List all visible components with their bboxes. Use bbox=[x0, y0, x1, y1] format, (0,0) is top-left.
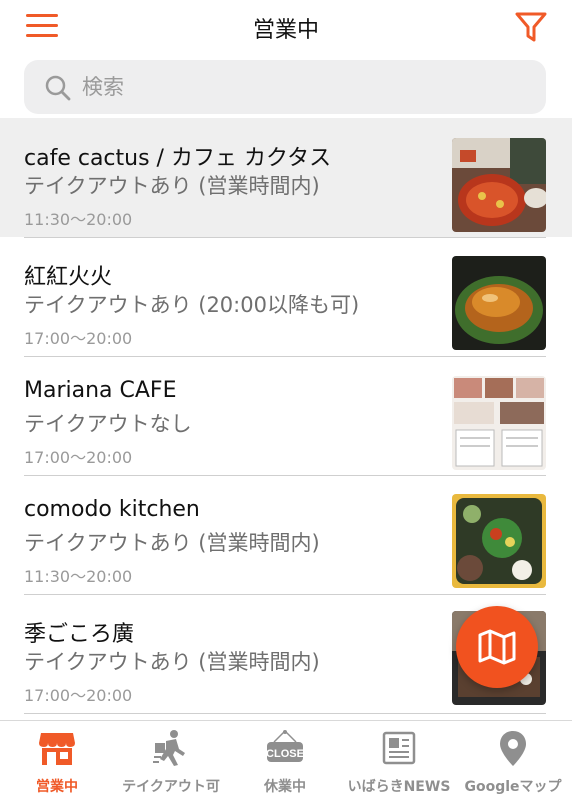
takeout-status: テイクアウトあり (営業時間内) bbox=[24, 531, 320, 555]
newspaper-icon bbox=[382, 731, 416, 765]
tab-label: 休業中 bbox=[264, 779, 306, 795]
shop-thumbnail bbox=[452, 256, 546, 350]
storefront-icon bbox=[39, 733, 75, 765]
bottom-tab-bar: 営業中 テイクアウト可 CLOSE 休業中 いばらきNEWS Googleマップ bbox=[0, 720, 572, 800]
folded-map-icon bbox=[478, 629, 516, 665]
row-divider bbox=[24, 356, 546, 357]
business-hours: 17:00〜20:00 bbox=[24, 448, 133, 467]
tab-takeout[interactable]: テイクアウト可 bbox=[114, 721, 228, 800]
tab-label: テイクアウト可 bbox=[122, 779, 220, 795]
tab-ibaraki-news[interactable]: いばらきNEWS bbox=[342, 721, 456, 800]
search-icon bbox=[45, 75, 71, 101]
search-bar[interactable] bbox=[24, 60, 546, 114]
takeout-runner-icon bbox=[153, 730, 185, 766]
business-hours: 11:30〜20:00 bbox=[24, 210, 133, 229]
shop-row-hong-hong-huo-huo[interactable]: 紅紅火火 テイクアウトあり (20:00以降も可) 17:00〜20:00 bbox=[0, 237, 572, 356]
shop-thumbnail bbox=[452, 376, 546, 470]
search-input[interactable] bbox=[82, 68, 522, 106]
tab-open-now[interactable]: 営業中 bbox=[0, 721, 114, 800]
shop-row-cafe-cactus[interactable]: cafe cactus / カフェ カクタス テイクアウトあり (営業時間内) … bbox=[0, 118, 572, 237]
row-divider bbox=[24, 475, 546, 476]
close-sign-text: CLOSE bbox=[266, 748, 304, 760]
business-hours: 17:00〜20:00 bbox=[24, 329, 133, 348]
tab-label: 営業中 bbox=[36, 779, 78, 795]
row-divider bbox=[24, 594, 546, 595]
shop-name: cafe cactus / カフェ カクタス bbox=[24, 146, 332, 171]
shop-name: Mariana CAFE bbox=[24, 378, 177, 403]
close-sign-icon: CLOSE bbox=[266, 730, 304, 762]
shop-thumbnail bbox=[452, 494, 546, 588]
tab-closed[interactable]: CLOSE 休業中 bbox=[228, 721, 342, 800]
takeout-status: テイクアウトあり (20:00以降も可) bbox=[24, 293, 360, 317]
shop-name: 紅紅火火 bbox=[24, 265, 113, 290]
takeout-status: テイクアウトあり (営業時間内) bbox=[24, 650, 320, 674]
business-hours: 17:00〜20:00 bbox=[24, 686, 133, 705]
app-header: 営業中 bbox=[0, 0, 572, 56]
takeout-status: テイクアウトあり (営業時間内) bbox=[24, 174, 320, 198]
map-pin-icon bbox=[500, 731, 526, 766]
tab-label: いばらきNEWS bbox=[347, 779, 451, 795]
shop-row-mariana-cafe[interactable]: Mariana CAFE テイクアウトなし 17:00〜20:00 bbox=[0, 356, 572, 475]
shop-thumbnail bbox=[452, 138, 546, 232]
shop-name: 季ごころ廣 bbox=[24, 622, 135, 647]
map-view-button[interactable] bbox=[456, 606, 538, 688]
shop-row-partial bbox=[0, 713, 572, 720]
business-hours: 11:30〜20:00 bbox=[24, 567, 133, 586]
takeout-status: テイクアウトなし bbox=[24, 412, 192, 436]
page-title: 営業中 bbox=[252, 18, 319, 43]
filter-icon[interactable] bbox=[514, 10, 548, 44]
shop-row-comodo-kitchen[interactable]: comodo kitchen テイクアウトあり (営業時間内) 11:30〜20… bbox=[0, 475, 572, 594]
tab-google-maps[interactable]: Googleマップ bbox=[456, 721, 570, 800]
row-divider bbox=[24, 713, 546, 714]
row-divider bbox=[24, 237, 546, 238]
shop-name: comodo kitchen bbox=[24, 497, 200, 522]
tab-label: Googleマップ bbox=[464, 779, 562, 795]
